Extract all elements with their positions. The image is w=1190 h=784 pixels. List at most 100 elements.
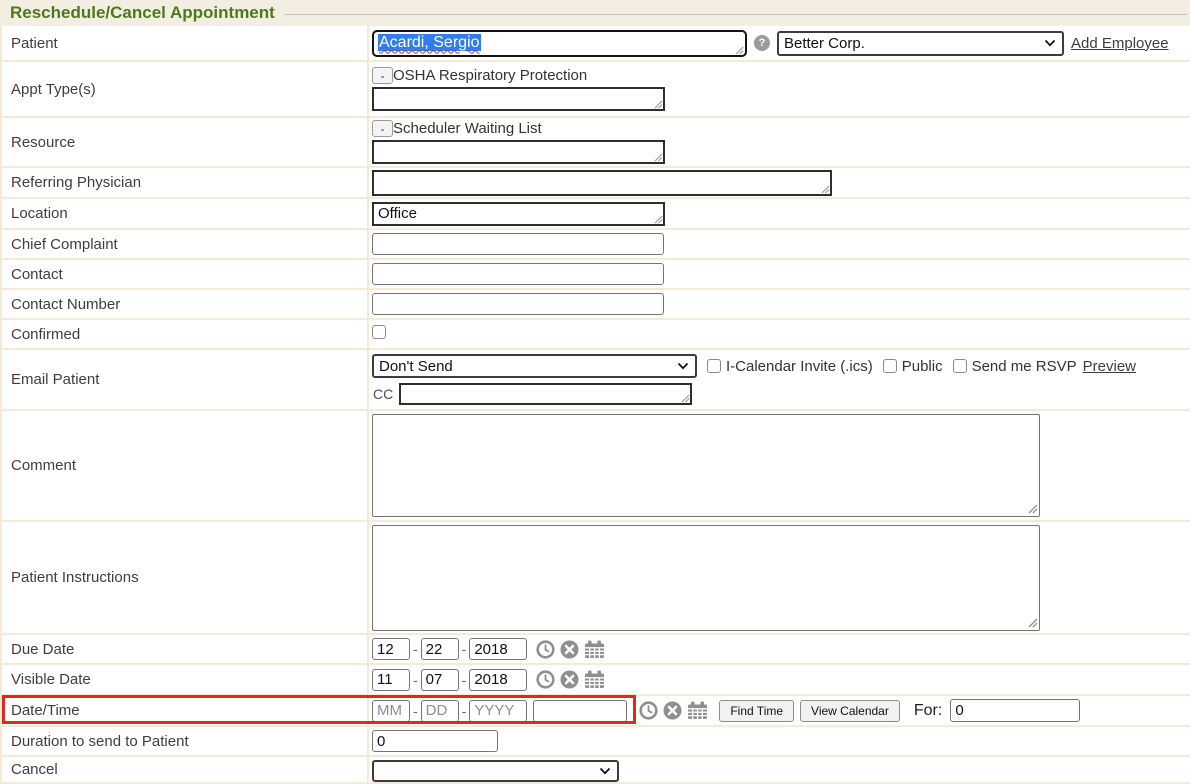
clear-icon[interactable] [560,670,579,689]
clear-icon[interactable] [560,640,579,659]
title-rule [284,14,1187,15]
icalendar-invite-checkbox[interactable] [707,359,721,373]
resize-grip-icon[interactable] [1027,617,1038,628]
row-confirmed: Confirmed [1,319,1190,349]
appt-type-selected-item: OSHA Respiratory Protection [393,67,587,84]
appt-type-label: Appt Type(s) [1,61,368,117]
cancel-select[interactable] [372,760,619,782]
row-resource: Resource - Scheduler Waiting List [1,117,1190,167]
view-calendar-button[interactable]: View Calendar [800,700,900,722]
patient-instructions-textarea[interactable] [372,525,1040,631]
date-time-year-input[interactable] [469,700,527,722]
clock-icon[interactable] [639,701,658,720]
for-label: For: [914,702,942,720]
chief-complaint-input[interactable] [372,233,664,255]
resize-grip-icon[interactable] [821,185,830,194]
for-input[interactable] [950,699,1080,722]
visible-date-day-input[interactable] [421,669,459,691]
date-separator: - [462,672,467,688]
location-input[interactable]: Office [372,202,665,226]
chevron-down-icon [1044,39,1056,47]
due-date-day-input[interactable] [421,638,459,660]
resize-grip-icon[interactable] [654,215,663,224]
appointment-form: Patient Acardi, Sergio ? Better Corp. Ad… [0,26,1190,784]
calendar-icon[interactable] [687,701,708,720]
resize-grip-icon[interactable] [681,394,690,403]
contact-number-label: Contact Number [1,289,368,319]
resize-grip-icon[interactable] [1027,503,1038,514]
resize-grip-icon[interactable] [654,153,663,162]
contact-label: Contact [1,259,368,289]
due-date-month-input[interactable] [372,638,410,660]
icalendar-invite-label: I-Calendar Invite (.ics) [726,358,873,375]
appt-type-collapse-button[interactable]: - [372,67,393,84]
chevron-down-icon [677,362,689,370]
date-time-month-input[interactable] [372,700,410,722]
location-label: Location [1,198,368,229]
preview-link[interactable]: Preview [1083,358,1136,375]
resize-grip-icon[interactable] [735,46,744,55]
clear-icon[interactable] [663,701,682,720]
date-separator: - [413,641,418,657]
date-time-time-input[interactable] [533,700,627,722]
row-appt-type: Appt Type(s) - OSHA Respiratory Protecti… [1,61,1190,117]
patient-input[interactable]: Acardi, Sergio [372,30,747,57]
help-icon[interactable]: ? [754,35,770,51]
company-select[interactable]: Better Corp. [777,31,1064,56]
row-contact: Contact [1,259,1190,289]
send-me-rsvp-checkbox[interactable] [953,359,967,373]
due-date-year-input[interactable] [469,638,527,660]
row-chief-complaint: Chief Complaint [1,229,1190,259]
email-send-select-value: Don't Send [379,358,453,375]
patient-instructions-label: Patient Instructions [1,521,368,634]
appt-type-input[interactable] [372,87,665,111]
contact-number-input[interactable] [372,293,664,315]
duration-input[interactable] [372,730,498,752]
visible-date-year-input[interactable] [469,669,527,691]
referring-physician-input[interactable] [372,170,832,196]
date-separator: - [413,672,418,688]
chevron-down-icon [599,767,611,775]
add-employee-link[interactable]: Add Employee [1071,35,1169,52]
page-header: Reschedule/Cancel Appointment [0,0,1190,26]
chief-complaint-label: Chief Complaint [1,229,368,259]
comment-label: Comment [1,410,368,521]
clock-icon[interactable] [536,640,555,659]
row-comment: Comment [1,410,1190,521]
find-time-button[interactable]: Find Time [719,700,794,722]
date-time-day-input[interactable] [421,700,459,722]
patient-input-selected-text: Acardi, Sergio [378,34,481,51]
public-label: Public [902,358,943,375]
row-visible-date: Visible Date - - [1,664,1190,695]
row-cancel: Cancel [1,756,1190,783]
comment-textarea[interactable] [372,414,1040,517]
location-input-value: Office [378,205,417,222]
row-date-time: Date/Time - - Find Time View Calendar Fo… [1,695,1190,726]
company-select-value: Better Corp. [784,35,865,52]
confirmed-checkbox[interactable] [372,325,386,339]
due-date-label: Due Date [1,634,368,664]
row-location: Location Office [1,198,1190,229]
cc-input[interactable] [399,383,692,405]
row-email-patient: Email Patient Don't Send I-Calendar Invi… [1,349,1190,410]
date-separator: - [462,641,467,657]
send-me-rsvp-label: Send me RSVP [972,358,1077,375]
calendar-icon[interactable] [584,670,605,689]
contact-input[interactable] [372,263,664,285]
email-patient-label: Email Patient [1,349,368,410]
date-separator: - [413,703,418,719]
resource-label: Resource [1,117,368,167]
visible-date-month-input[interactable] [372,669,410,691]
confirmed-label: Confirmed [1,319,368,349]
public-checkbox[interactable] [883,359,897,373]
visible-date-label: Visible Date [1,664,368,695]
resource-input[interactable] [372,140,665,164]
calendar-icon[interactable] [584,640,605,659]
email-send-select[interactable]: Don't Send [372,354,697,378]
date-separator: - [462,703,467,719]
resize-grip-icon[interactable] [654,100,663,109]
date-time-label: Date/Time [11,702,80,719]
duration-label: Duration to send to Patient [1,726,368,756]
clock-icon[interactable] [536,670,555,689]
resource-collapse-button[interactable]: - [372,120,393,137]
